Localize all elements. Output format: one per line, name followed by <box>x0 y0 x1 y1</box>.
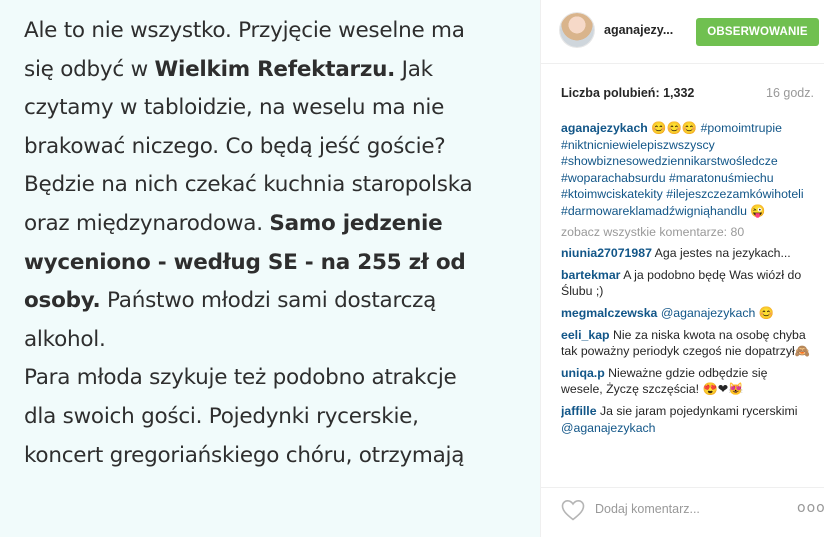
image-line: Para młoda szykuje też podobno atrakcje <box>24 365 457 391</box>
image-line: oraz międzynarodowa. <box>24 210 270 236</box>
more-options-icon[interactable]: ooo <box>797 500 824 516</box>
hashtag-link[interactable]: #showbiznesowedziennikarstwośledcze <box>561 154 778 168</box>
image-line: Będzie na nich czekać kuchnia staropolsk… <box>24 172 473 198</box>
avatar[interactable] <box>560 13 594 47</box>
image-line: Jak <box>395 56 433 82</box>
image-line: koncert gregoriańskiego chóru, otrzymają <box>24 442 465 468</box>
hashtag-link[interactable]: #niktnicniewielepiszwszyscy <box>561 138 715 152</box>
comment-author-link[interactable]: bartekmar <box>561 268 620 282</box>
hashtag-link[interactable]: #ktoimwciskatekity <box>561 187 663 201</box>
view-all-comments-link[interactable]: zobacz wszystkie komentarze: 80 <box>561 224 811 241</box>
comment-item: jaffille Ja sie jaram pojedynkami rycers… <box>561 403 811 436</box>
comment-item: uniqa.p Nieważne gdzie odbędzie się wese… <box>561 365 811 398</box>
heart-icon[interactable] <box>561 499 585 521</box>
hashtag-link[interactable]: #woparachabsurdu <box>561 171 666 185</box>
hashtag-link[interactable]: #pomoimtrupie <box>701 121 782 135</box>
caption: aganajezykach 😊😊😊 #pomoimtrupie #niktnic… <box>561 120 811 220</box>
comment-author-link[interactable]: niunia27071987 <box>561 246 652 260</box>
comment-input[interactable] <box>595 498 765 520</box>
post-timestamp[interactable]: 16 godz. <box>766 86 814 100</box>
mention-link[interactable]: @aganajezykach <box>561 421 656 435</box>
comment-item: bartekmar A ja podobno będę Was wiózł do… <box>561 267 811 300</box>
comment-author-link[interactable]: uniqa.p <box>561 366 605 380</box>
comment-bar: ooo <box>541 487 824 537</box>
hashtag-link[interactable]: #maratonuśmiechu <box>669 171 774 185</box>
comment-text: Ja sie jaram pojedynkami rycerskimi <box>599 403 798 418</box>
post-header: aganajezy... OBSERWOWANIE <box>541 0 824 64</box>
caption-author-link[interactable]: aganajezykach <box>561 121 648 135</box>
comment-author-link[interactable]: megmalczewska <box>561 306 657 320</box>
post-image-text: Ale to nie wszystko. Przyjęcie weselne m… <box>24 12 534 475</box>
comments-list[interactable]: aganajezykach 😊😊😊 #pomoimtrupie #niktnic… <box>561 120 811 486</box>
comment-text: 😊 <box>755 305 775 320</box>
hashtag-link[interactable]: #ilejeszczezamkówihoteli <box>666 187 803 201</box>
image-line: brakować niczego. Co będą jeść goście? <box>24 133 446 159</box>
caption-emoji: 😊😊😊 <box>651 121 698 135</box>
follow-button[interactable]: OBSERWOWANIE <box>696 18 819 46</box>
image-line: alkohol. <box>24 326 106 352</box>
mention-link[interactable]: @aganajezykach <box>661 306 756 320</box>
comment-item: niunia27071987 Aga jestes na jezykach... <box>561 245 811 262</box>
caption-tail-emoji: 😜 <box>750 203 766 218</box>
image-line: Ale to nie wszystko. Przyjęcie weselne m… <box>24 18 465 43</box>
comment-author-link[interactable]: eeli_kap <box>561 328 610 342</box>
image-bold-text: osoby. <box>24 288 101 314</box>
comment-author-link[interactable]: jaffille <box>561 404 597 418</box>
image-line: dla swoich gości. Pojedynki rycerskie, <box>24 403 419 429</box>
post-image: Ale to nie wszystko. Przyjęcie weselne m… <box>0 0 540 537</box>
image-paragraph-2: Para młoda szykuje też podobno atrakcje … <box>24 359 534 475</box>
comment-item: eeli_kap Nie za niska kwota na osobę chy… <box>561 327 811 360</box>
image-line: się odbyć w <box>24 56 155 82</box>
likes-count[interactable]: Liczba polubień: 1,332 <box>561 86 694 100</box>
likes-label: Liczba polubień: <box>561 86 660 100</box>
image-line: Państwo młodzi sami dostarczą <box>100 288 437 314</box>
likes-number: 1,332 <box>663 86 695 100</box>
comment-item: megmalczewska @aganajezykach 😊 <box>561 305 811 322</box>
post-sidebar: aganajezy... OBSERWOWANIE Liczba polubie… <box>540 0 824 537</box>
image-paragraph-1: Ale to nie wszystko. Przyjęcie weselne m… <box>24 12 534 359</box>
image-bold-text: Wielkim Refektarzu. <box>154 56 396 82</box>
comment-text: Aga jestes na jezykach... <box>654 246 791 261</box>
image-bold-text: Samo jedzenie <box>269 210 443 236</box>
hashtag-link[interactable]: #darmowareklamadźwigniąhandlu <box>561 204 747 218</box>
image-bold-text: wyceniono - według SE - na 255 zł od <box>24 249 466 275</box>
image-line: czytamy w tabloidzie, na weselu ma nie <box>24 95 445 121</box>
username-link[interactable]: aganajezy... <box>604 23 673 37</box>
